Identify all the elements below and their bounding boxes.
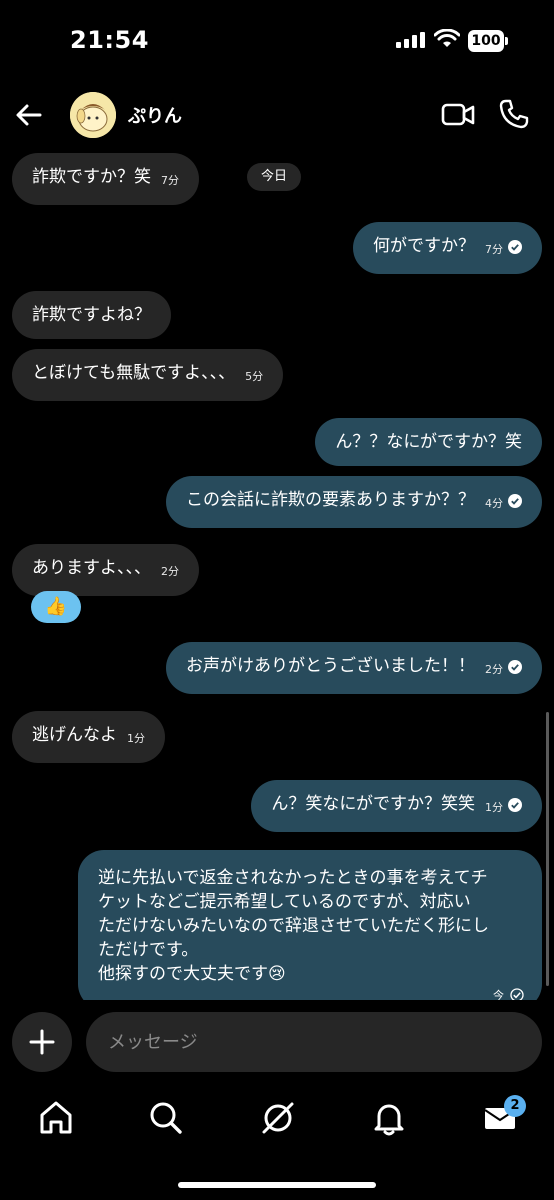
message-timestamp: 4分	[485, 497, 503, 510]
message-timestamp: 5分	[245, 370, 264, 383]
scrollbar[interactable]	[546, 712, 549, 986]
message-bubble-incoming[interactable]: とぼけても無駄ですよ、、、 5分	[12, 349, 284, 401]
date-separator: 今日	[247, 163, 302, 191]
status-bar: 21:54 100	[0, 0, 554, 80]
composer	[0, 1012, 554, 1072]
read-check-icon	[508, 798, 522, 812]
battery-icon: 100	[468, 30, 508, 52]
search-icon[interactable]	[146, 1098, 186, 1138]
phone-call-icon[interactable]	[498, 98, 530, 130]
video-call-icon[interactable]	[440, 100, 476, 130]
message-timestamp: 7分	[485, 243, 503, 256]
message-list[interactable]: 詐欺ですか？笑 7分 今日 何がですか？ 7分 詐欺ですよね？ とぼけても無駄ですよ…	[0, 144, 554, 1000]
message-timestamp: 1分	[127, 732, 145, 745]
message-timestamp: 2分	[161, 565, 179, 578]
read-check-icon	[508, 660, 522, 674]
avatar[interactable]	[70, 92, 116, 138]
bottom-nav: 2	[0, 1090, 554, 1150]
read-check-icon	[508, 240, 522, 254]
home-indicator	[178, 1182, 376, 1188]
sent-check-icon	[510, 988, 524, 1000]
message-bubble-outgoing[interactable]: ん？笑なにがですか？笑笑 1分	[251, 780, 542, 832]
plus-icon	[29, 1029, 55, 1055]
explore-icon[interactable]	[258, 1098, 298, 1138]
wifi-icon	[434, 29, 460, 47]
message-bubble-outgoing[interactable]: この会話に詐欺の要素ありますか？？ 4分	[166, 476, 542, 528]
status-time: 21:54	[70, 26, 149, 54]
message-bubble-outgoing[interactable]: お声がけありがとうございました！！ 2分	[166, 642, 542, 694]
message-bubble-outgoing[interactable]: 何がですか？ 7分	[353, 222, 542, 274]
chat-header: ぷりん	[0, 86, 554, 144]
thumbs-up-reaction[interactable]: 👍	[31, 591, 81, 623]
message-bubble-outgoing[interactable]: ん？？なにがですか？笑	[315, 418, 542, 466]
message-bubble-outgoing-long[interactable]: 逆に先払いで返金されなかったときの事を考えてチ ケットなどご提示希望しているので…	[78, 850, 542, 1000]
message-timestamp: 2分	[485, 663, 503, 676]
contact-name[interactable]: ぷりん	[128, 102, 182, 128]
message-bubble-incoming[interactable]: 逃げんなよ 1分	[12, 711, 165, 763]
message-timestamp: 7分	[161, 174, 179, 187]
message-bubble-incoming[interactable]: 詐欺ですよね？	[12, 291, 171, 339]
message-timestamp: 今	[493, 984, 524, 1000]
message-bubble-incoming[interactable]: 詐欺ですか？笑 7分	[12, 153, 199, 205]
message-input[interactable]	[86, 1012, 542, 1072]
back-arrow-icon[interactable]	[12, 98, 46, 132]
read-check-icon	[508, 494, 522, 508]
home-icon[interactable]	[36, 1098, 76, 1138]
battery-level: 100	[468, 30, 504, 52]
notifications-icon[interactable]	[369, 1098, 409, 1138]
cellular-signal-icon	[396, 32, 425, 48]
message-timestamp: 1分	[485, 801, 503, 814]
message-bubble-incoming[interactable]: ありますよ、、、 2分	[12, 544, 199, 596]
add-attachment-button[interactable]	[12, 1012, 72, 1072]
messages-badge: 2	[504, 1095, 526, 1117]
